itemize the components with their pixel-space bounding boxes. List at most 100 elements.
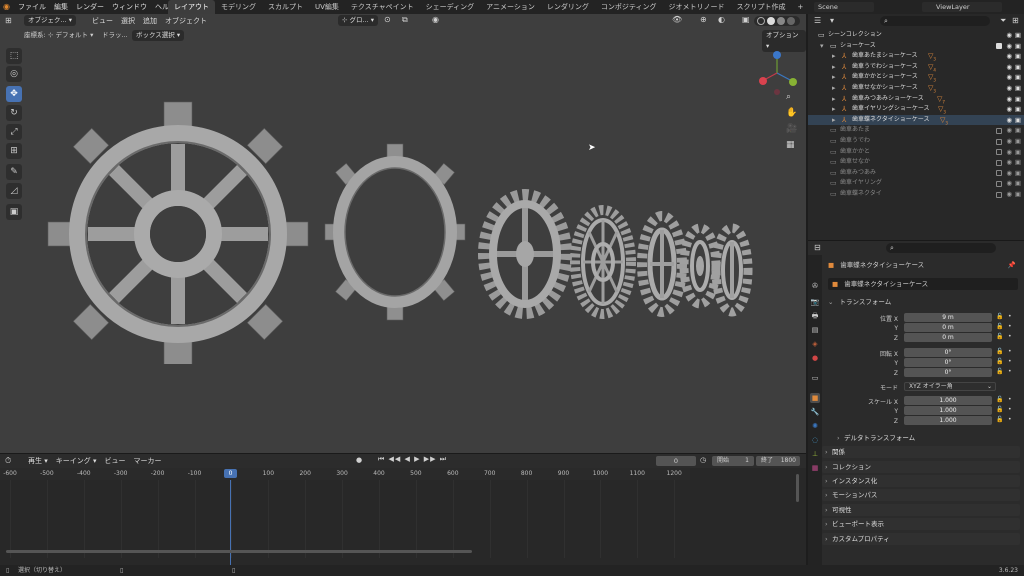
outliner-search-input[interactable]: ⌕ — [880, 16, 990, 26]
expand-arrow-icon[interactable]: ▸ — [832, 94, 836, 105]
keyframe-dot-icon[interactable]: • — [1008, 406, 1012, 413]
pin-icon[interactable]: 📌 — [1008, 259, 1016, 271]
lock-icon[interactable]: 🔓 — [996, 416, 1003, 423]
render-camera-icon[interactable]: ▣ — [1015, 147, 1021, 158]
outliner-empty-object[interactable]: ▸ ⅄ 歯車うでわショーケース ▽4 ◉ ▣ — [808, 62, 1024, 73]
render-camera-icon[interactable]: ▣ — [1015, 51, 1021, 62]
exclude-checkbox[interactable] — [996, 149, 1002, 156]
property-section-header[interactable]: デルタトランスフォーム — [834, 432, 1020, 444]
lock-icon[interactable]: 🔓 — [996, 358, 1003, 365]
snap-icon[interactable]: ⧉ — [402, 15, 408, 25]
playhead-line[interactable] — [230, 480, 231, 566]
tab-sculpt[interactable]: スカルプト — [262, 0, 309, 14]
new-collection-icon[interactable]: ⊞ — [1012, 16, 1019, 25]
gear-bowtie[interactable] — [711, 223, 753, 317]
tab-texture-paint[interactable]: テクスチャペイント — [345, 0, 420, 14]
render-camera-icon[interactable]: ▣ — [1015, 136, 1021, 147]
tab-layout[interactable]: レイアウト — [168, 0, 215, 14]
outliner-excluded-collection[interactable]: ▭ 歯車みつあみ ◉ ▣ — [808, 168, 1024, 179]
visibility-eye-icon[interactable]: ◉ — [1006, 168, 1012, 179]
exclude-checkbox[interactable] — [996, 138, 1002, 145]
gear-earring[interactable] — [679, 223, 721, 309]
expand-arrow-icon[interactable]: ▸ — [832, 62, 836, 73]
add-workspace-button[interactable]: + — [792, 0, 810, 14]
visibility-eye-icon[interactable]: ◉ — [1006, 157, 1012, 168]
lock-icon[interactable]: 🔓 — [996, 323, 1003, 330]
gear-head[interactable] — [47, 101, 309, 364]
property-section-header[interactable]: モーションパス — [822, 489, 1020, 501]
exclude-checkbox[interactable] — [996, 180, 1002, 187]
render-camera-icon[interactable]: ▣ — [1015, 125, 1021, 136]
render-camera-icon[interactable]: ▣ — [1015, 72, 1021, 83]
timeline-scrollbar[interactable] — [6, 550, 472, 553]
end-frame-field[interactable]: 終了 1800 — [756, 456, 800, 466]
vp-menu-add[interactable]: 追加 — [139, 14, 161, 28]
tab-rendering[interactable]: レンダリング — [541, 0, 595, 14]
render-camera-icon[interactable]: ▣ — [1015, 104, 1021, 115]
tab-render-icon[interactable]: 📷 — [810, 297, 820, 307]
location-x-field[interactable]: 9 m — [904, 313, 992, 322]
property-section-header[interactable]: カスタムプロパティ — [822, 533, 1020, 545]
measure-tool-icon[interactable]: ◿ — [6, 183, 22, 199]
expand-arrow-icon[interactable]: ▸ — [832, 104, 836, 115]
scale-tool-icon[interactable]: ⤢ — [6, 124, 22, 140]
visibility-eye-icon[interactable]: ◉ — [1006, 104, 1012, 115]
outliner-excluded-collection[interactable]: ▭ 歯車イヤリング ◉ ▣ — [808, 178, 1024, 189]
gear-back[interactable] — [570, 205, 636, 319]
property-section-header[interactable]: ビューポート表示 — [822, 518, 1020, 530]
render-camera-icon[interactable]: ▣ — [1015, 62, 1021, 73]
keyframe-dot-icon[interactable]: • — [1008, 368, 1012, 375]
menu-window[interactable]: ウィンドウ — [108, 0, 151, 14]
render-camera-icon[interactable]: ▣ — [1015, 168, 1021, 179]
camera-view-icon[interactable]: 🎥 — [786, 124, 797, 134]
outliner-empty-object[interactable]: ▸ ⅄ 歯車イヤリングショーケース ▽3 ◉ ▣ — [808, 104, 1024, 115]
rotation-y-field[interactable]: 0° — [904, 358, 992, 367]
visibility-eye-icon[interactable]: ◉ — [1006, 72, 1012, 83]
keyframe-dot-icon[interactable]: • — [1008, 396, 1012, 403]
box-select-dropdown[interactable]: ボックス選択 ▾ — [132, 30, 185, 41]
add-cube-tool-icon[interactable]: ▣ — [6, 204, 22, 220]
property-section-header[interactable]: 可視性 — [822, 504, 1020, 516]
drag-option[interactable]: ドラッ... — [102, 28, 128, 42]
proportional-edit-icon[interactable]: ◉ — [432, 15, 439, 24]
tab-uv[interactable]: UV編集 — [309, 0, 345, 14]
outliner-excluded-collection[interactable]: ▭ 歯車うでわ ◉ ▣ — [808, 136, 1024, 147]
keyframe-dot-icon[interactable]: • — [1008, 313, 1012, 320]
render-camera-icon[interactable]: ▣ — [1015, 189, 1021, 200]
lock-icon[interactable]: 🔓 — [996, 348, 1003, 355]
exclude-checkbox[interactable] — [996, 191, 1002, 198]
transform-orientation[interactable]: ⊹ グロ... ▾ — [338, 15, 379, 26]
wireframe-shading-button[interactable] — [757, 17, 765, 25]
perspective-grid-icon[interactable]: ▦ — [786, 140, 795, 150]
render-camera-icon[interactable]: ▣ — [1015, 41, 1021, 52]
orientation-default[interactable]: ⊹ デフォルト ▾ — [48, 28, 93, 42]
gear-bracelet[interactable] — [324, 143, 466, 321]
scale-y-field[interactable]: 1.000 — [904, 406, 992, 415]
gizmo-icon[interactable]: ⊕ — [700, 15, 707, 24]
menu-file[interactable]: ファイル — [14, 0, 50, 14]
render-camera-icon[interactable]: ▣ — [1015, 83, 1021, 94]
rendered-shading-button[interactable] — [787, 17, 795, 25]
outliner-editor-icon[interactable]: ☰ — [814, 16, 821, 25]
visibility-eye-icon[interactable]: ◉ — [1006, 136, 1012, 147]
outliner-empty-object[interactable]: ▸ ⅄ 歯車蝶ネクタイショーケース ▽3 ◉ ▣ — [808, 114, 1024, 126]
annotate-tool-icon[interactable]: ✎ — [6, 164, 22, 180]
exclude-checkbox[interactable] — [996, 170, 1002, 177]
visibility-eye-icon[interactable]: ◉ — [1006, 62, 1012, 73]
visibility-eye-icon[interactable]: ◉ — [1006, 51, 1012, 62]
keyframe-dot-icon[interactable]: • — [1008, 348, 1012, 355]
gear-heel[interactable] — [478, 189, 572, 319]
lock-icon[interactable]: 🔓 — [996, 333, 1003, 340]
lock-icon[interactable]: 🔓 — [996, 406, 1003, 413]
view-layer-selector[interactable]: ViewLayer — [922, 2, 1002, 12]
render-camera-icon[interactable]: ▣ — [1015, 30, 1021, 41]
timeline-vertical-scrollbar[interactable] — [796, 474, 799, 502]
lock-icon[interactable]: 🔓 — [996, 313, 1003, 320]
visibility-eye-icon[interactable]: ◉ — [1006, 147, 1012, 158]
rotation-mode-dropdown[interactable]: XYZ オイラー角 ⌄ — [904, 382, 996, 391]
solid-shading-button[interactable] — [767, 17, 775, 25]
visibility-eye-icon[interactable]: ◉ — [1006, 83, 1012, 94]
outliner-empty-object[interactable]: ▸ ⅄ 歯車みつあみショーケース ▽7 ◉ ▣ — [808, 94, 1024, 105]
properties-editor-icon[interactable]: ⊟ — [814, 243, 821, 252]
keyframe-dot-icon[interactable]: • — [1008, 416, 1012, 423]
